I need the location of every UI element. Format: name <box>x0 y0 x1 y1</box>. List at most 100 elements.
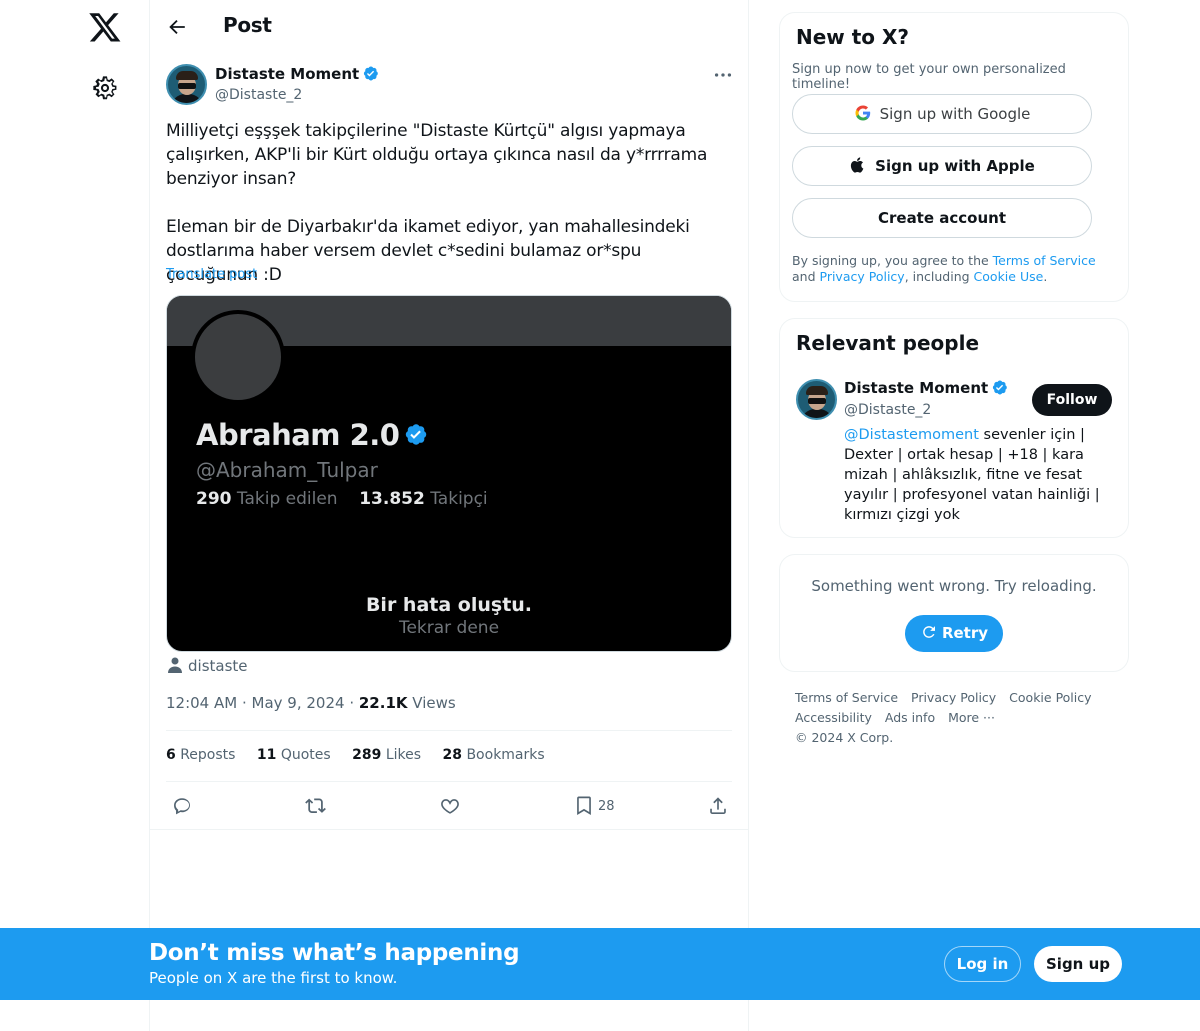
person-icon <box>168 657 182 673</box>
main-column: Post Distaste Moment @Distaste_2 Milliye… <box>149 0 749 1031</box>
left-nav <box>0 0 149 1031</box>
person-bio: @Distastemoment sevenler için | Dexter |… <box>844 425 1112 525</box>
person-handle[interactable]: @Distaste_2 <box>844 402 931 418</box>
media-profile-handle: @Abraham_Tulpar <box>196 458 378 482</box>
divider <box>150 829 748 830</box>
reposts-stat[interactable]: 6 Reposts <box>166 747 235 763</box>
post-media-image[interactable]: Abraham 2.0 @Abraham_Tulpar 290 Takip ed… <box>166 295 732 652</box>
relevant-people-title: Relevant people <box>796 331 980 355</box>
footer-ads-info-link[interactable]: Ads info <box>885 710 935 725</box>
signup-banner: Don’t miss what’s happening People on X … <box>0 928 1200 1000</box>
media-verified-badge-icon <box>406 424 427 445</box>
media-profile-name-text: Abraham 2.0 <box>196 418 400 452</box>
sign-up-google-button[interactable]: Sign up with Google <box>792 94 1092 134</box>
sign-up-apple-label: Sign up with Apple <box>875 157 1035 175</box>
retry-label: Retry <box>941 624 989 642</box>
follow-button[interactable]: Follow <box>1032 384 1112 416</box>
gear-icon[interactable] <box>91 74 119 102</box>
footer-more-link[interactable]: More ··· <box>948 710 995 725</box>
bookmarks-stat[interactable]: 28 Bookmarks <box>443 747 545 763</box>
terms-link[interactable]: Terms of Service <box>993 253 1096 268</box>
media-following-label: Takip edilen <box>236 489 338 509</box>
privacy-link[interactable]: Privacy Policy <box>820 269 905 284</box>
repost-icon[interactable] <box>305 795 327 817</box>
like-heart-icon[interactable] <box>439 795 461 817</box>
share-icon[interactable] <box>707 795 729 817</box>
verified-badge-icon <box>993 380 1007 395</box>
bookmark-icon[interactable] <box>573 795 595 817</box>
media-following-count: 290 <box>196 489 232 509</box>
tagged-user-name[interactable]: distaste <box>188 657 248 675</box>
media-profile-picture <box>191 310 285 404</box>
x-logo-icon[interactable] <box>88 10 122 44</box>
bookmarks-count: 28 <box>442 747 462 763</box>
footer-terms-link[interactable]: Terms of Service <box>795 690 898 705</box>
translate-post-link[interactable]: Translate post <box>166 267 257 282</box>
bookmark-count: 28 <box>598 799 615 814</box>
likes-stat[interactable]: 289 Likes <box>352 747 421 763</box>
views-count: 22.1K <box>358 694 408 712</box>
author-handle[interactable]: @Distaste_2 <box>215 87 302 103</box>
banner-subtitle: People on X are the first to know. <box>149 969 398 987</box>
sign-up-apple-button[interactable]: Sign up with Apple <box>792 146 1092 186</box>
quotes-count: 11 <box>256 747 277 763</box>
person-avatar[interactable] <box>796 379 837 420</box>
trends-error-card: Something went wrong. Try reloading. Ret… <box>779 554 1129 672</box>
media-followers-count: 13.852 <box>359 489 425 509</box>
post-actions: 28 <box>150 792 748 820</box>
google-icon <box>855 105 870 121</box>
quotes-stat[interactable]: 11 Quotes <box>257 747 331 763</box>
person-name[interactable]: Distaste Moment <box>844 379 1008 397</box>
error-message: Something went wrong. Try reloading. <box>811 577 1097 595</box>
footer-privacy-link[interactable]: Privacy Policy <box>911 690 996 705</box>
legal-and: and <box>792 269 820 284</box>
header-bar: Post <box>150 0 748 53</box>
reposts-count: 6 <box>166 747 176 763</box>
likes-label: Likes <box>385 747 422 763</box>
new-to-x-subtitle: Sign up now to get your own personalized… <box>792 62 1066 92</box>
banner-title: Don’t miss what’s happening <box>149 940 520 966</box>
legal-including: , including <box>904 269 974 284</box>
author-name-text[interactable]: Distaste Moment <box>215 65 359 83</box>
legal-end: . <box>1043 269 1048 284</box>
retry-button[interactable]: Retry <box>905 615 1003 652</box>
relevant-people-card: Relevant people Distaste Moment @Distast… <box>779 318 1129 538</box>
quotes-label: Quotes <box>280 747 331 763</box>
new-to-x-title: New to X? <box>796 25 910 49</box>
create-account-button[interactable]: Create account <box>792 198 1092 238</box>
likes-count: 289 <box>352 747 382 763</box>
more-options-icon[interactable] <box>712 64 734 86</box>
verified-badge-icon <box>364 66 378 81</box>
divider <box>166 781 732 782</box>
media-error-retry: Tekrar dene <box>398 618 500 638</box>
media-profile-name: Abraham 2.0 <box>196 418 428 452</box>
post-time[interactable]: 12:04 AM <box>166 694 237 712</box>
tagged-user[interactable]: distaste <box>168 657 248 675</box>
sign-up-button[interactable]: Sign up <box>1034 946 1122 982</box>
author-avatar[interactable] <box>166 64 207 105</box>
footer-accessibility-link[interactable]: Accessibility <box>795 710 872 725</box>
media-profile-stats: 290 Takip edilen 13.852 Takipçi <box>196 489 488 509</box>
legal-prefix: By signing up, you agree to the <box>792 253 993 268</box>
views-label: Views <box>412 694 456 712</box>
cookie-link[interactable]: Cookie Use <box>974 269 1044 284</box>
post-meta: 12:04 AM · May 9, 2024 · 22.1K Views <box>166 694 456 712</box>
log-in-button[interactable]: Log in <box>944 946 1021 982</box>
reply-icon[interactable] <box>171 795 193 817</box>
post-date[interactable]: May 9, 2024 <box>252 694 345 712</box>
footer-copyright: © 2024 X Corp. <box>795 730 894 745</box>
new-to-x-card: New to X? Sign up now to get your own pe… <box>779 12 1129 302</box>
footer-cookie-link[interactable]: Cookie Policy <box>1009 690 1091 705</box>
sidebar-footer: Terms of Service Privacy Policy Cookie P… <box>795 688 1115 748</box>
bio-mention-link[interactable]: @Distastemoment <box>844 427 979 443</box>
reposts-label: Reposts <box>180 747 236 763</box>
author-name[interactable]: Distaste Moment <box>215 65 379 83</box>
refresh-icon <box>923 626 935 638</box>
person-name-text[interactable]: Distaste Moment <box>844 379 988 397</box>
page-title: Post <box>223 13 272 37</box>
divider <box>166 730 732 731</box>
back-arrow-icon[interactable] <box>166 16 188 38</box>
media-error-title: Bir hata oluştu. <box>365 594 533 616</box>
post-text: Milliyetçi eşşşek takipçilerine "Distast… <box>166 121 708 285</box>
apple-icon <box>851 157 864 173</box>
